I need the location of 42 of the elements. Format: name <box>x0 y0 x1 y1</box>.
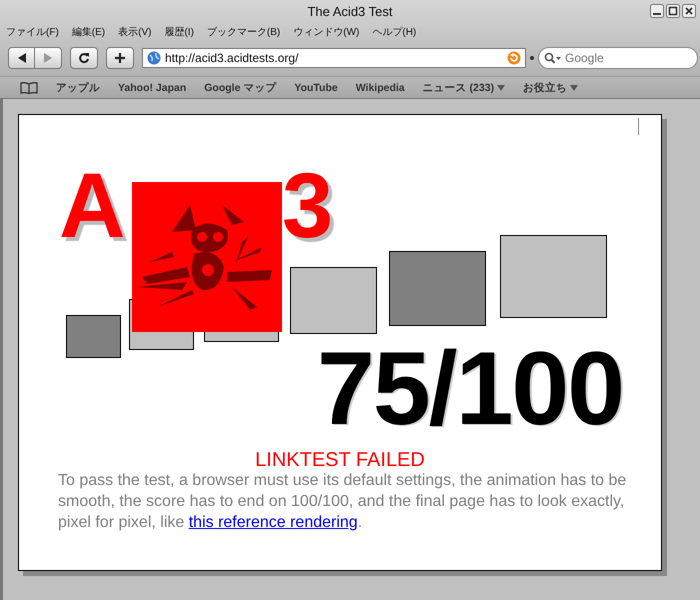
page-title: 3 <box>282 160 332 252</box>
menu-item[interactable]: 履歴(I) <box>164 25 194 39</box>
bookmark-folder[interactable]: ニュース (233) <box>422 80 506 94</box>
caret-icon <box>497 84 506 90</box>
reload-icon <box>78 52 90 64</box>
reference-link[interactable]: this reference rendering <box>188 514 358 531</box>
score-text: 75/100 <box>317 337 624 441</box>
plus-icon <box>114 52 126 64</box>
menu-item[interactable]: ヘルプ(H) <box>372 25 416 39</box>
window-title: The Acid3 Test <box>307 4 393 18</box>
square-tile <box>66 315 121 358</box>
bookmark-folder[interactable]: お役立ち <box>523 80 578 94</box>
reload-button[interactable] <box>70 47 98 69</box>
menu-item[interactable]: ウィンドウ(W) <box>293 25 360 39</box>
description-text: To pass the test, a browser must use its default settings, the animation has to be smooth, the score has to end on 100/100, and the final page has to look exactly, pixel for pixel, like this reference rendering. <box>58 471 628 533</box>
bookmark-link[interactable]: YouTube <box>294 82 338 94</box>
caret-icon <box>570 84 578 90</box>
menu-item[interactable]: 編集(E) <box>72 25 106 39</box>
bookmark-link[interactable]: Yahoo! Japan <box>118 82 186 94</box>
bookmark-link[interactable]: Wikipedia <box>356 82 405 94</box>
page-title: A <box>59 160 124 252</box>
right-arrow-icon <box>43 53 53 63</box>
menu-item[interactable]: 表示(V) <box>118 25 152 39</box>
back-button[interactable] <box>8 47 35 69</box>
add-bookmark-button[interactable] <box>106 47 134 69</box>
minimize-icon[interactable] <box>650 4 664 18</box>
status-text: LINKTEST FAILED <box>254 449 426 472</box>
bookmark-link[interactable]: Google マップ <box>204 80 276 94</box>
forward-button[interactable] <box>35 47 62 69</box>
bookmark-link[interactable]: アップル <box>56 80 100 94</box>
maximize-icon[interactable] <box>666 4 680 18</box>
dot-icon <box>530 56 534 60</box>
left-arrow-icon <box>16 53 26 63</box>
address-field[interactable]: http://acid3.acidtests.org/ <box>142 48 526 68</box>
book-icon[interactable] <box>20 82 38 94</box>
close-icon[interactable] <box>682 4 696 18</box>
url-text: http://acid3.acidtests.org/ <box>165 51 300 65</box>
search-icon <box>544 52 562 64</box>
search-field[interactable]: Google <box>538 47 698 69</box>
menu-item[interactable]: ファイル(F) <box>6 25 59 39</box>
menu-item[interactable]: ブックマーク(B) <box>206 25 280 39</box>
globe-icon <box>147 51 161 65</box>
